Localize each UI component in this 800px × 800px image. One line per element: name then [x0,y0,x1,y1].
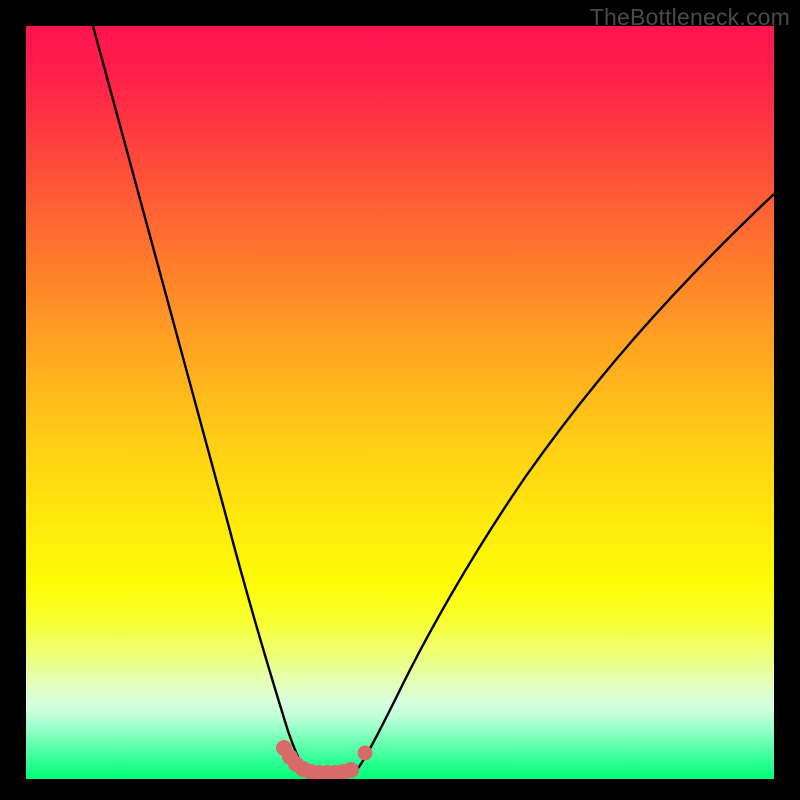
curve-left-branch [93,26,306,771]
chart-frame: TheBottleneck.com [0,0,800,800]
curve-right-branch [356,194,774,771]
valley-markers [276,740,373,779]
chart-svg [26,26,774,779]
plot-area [26,26,774,779]
watermark-text: TheBottleneck.com [590,4,790,31]
